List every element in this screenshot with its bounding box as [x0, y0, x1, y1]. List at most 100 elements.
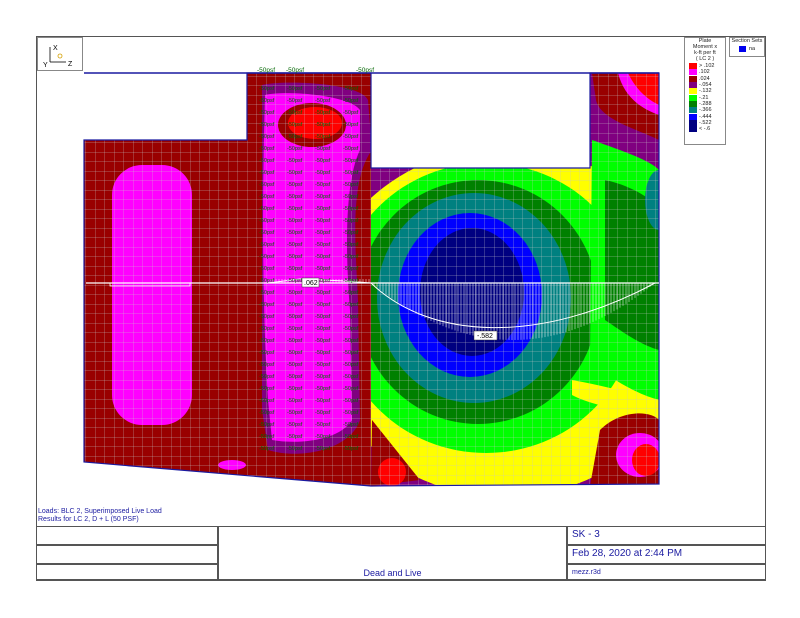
load-label-repeat: -50psf: [343, 338, 359, 344]
load-label-repeat: -50psf: [343, 290, 359, 296]
legend-swatch: [689, 119, 697, 126]
load-label-repeat: -50psf: [259, 170, 275, 176]
legend-label: -.366: [699, 107, 712, 114]
load-label-repeat: -50psf: [315, 266, 331, 272]
load-label-repeat: -50psf: [315, 146, 331, 152]
legend-swatch: [689, 63, 697, 70]
load-label-repeat: -50psf: [315, 422, 331, 428]
load-label-repeat: -50psf: [287, 110, 303, 116]
section-set-item: na: [748, 46, 756, 52]
load-label-repeat: -50psf: [259, 134, 275, 140]
load-label-repeat: -50psf: [259, 434, 275, 440]
load-label-repeat: -50psf: [315, 410, 331, 416]
legend-swatch: [689, 88, 697, 95]
section-sets-panel: Section Sets na: [729, 37, 765, 57]
legend-label: < -.6: [699, 126, 711, 133]
load-label-repeat: -50psf: [287, 86, 303, 92]
legend-label: -.054: [699, 82, 712, 89]
load-notes: Loads: BLC 2, Superimposed Live Load Res…: [38, 508, 162, 524]
load-label-repeat: -50psf: [287, 158, 303, 164]
legend-swatch: [689, 113, 697, 120]
legend-label: -.21: [699, 94, 709, 101]
load-label-repeat: -50psf: [315, 374, 331, 380]
load-label-repeat: -50psf: [259, 218, 275, 224]
load-label-repeat: -50psf: [315, 182, 331, 188]
load-label-repeat: -50psf: [343, 218, 359, 224]
legend-label: -.288: [699, 100, 712, 107]
load-label-repeat: -50psf: [343, 230, 359, 236]
load-label-repeat: -50psf: [315, 302, 331, 308]
load-label-repeat: -50psf: [259, 422, 275, 428]
load-label-repeat: -50psf: [315, 134, 331, 140]
load-label-repeat: -50psf: [343, 170, 359, 176]
load-label-repeat: -50psf: [287, 314, 303, 320]
load-label-repeat: -50psf: [287, 230, 303, 236]
load-label-repeat: -50psf: [343, 122, 359, 128]
load-label-repeat: -50psf: [287, 242, 303, 248]
drawing-description: Dead and Live: [218, 526, 567, 581]
legend-title-4: ( LC 2 ): [695, 56, 715, 62]
legend-label: -.522: [699, 119, 712, 126]
load-label-repeat: -50psf: [343, 242, 359, 248]
load-label-repeat: -50psf: [315, 350, 331, 356]
legend-label: .024: [699, 75, 710, 82]
load-label-repeat: -50psf: [259, 254, 275, 260]
load-label-repeat: -50psf: [287, 350, 303, 356]
triad-x-label: X: [53, 45, 58, 52]
legend-swatch: [689, 75, 697, 82]
sheet-number: SK - 3: [567, 526, 766, 545]
legend-label: > .102: [699, 63, 715, 70]
load-label-repeat: -50psf: [287, 98, 303, 104]
load-label-repeat: -50psf: [315, 290, 331, 296]
load-label-repeat: -50psf: [259, 206, 275, 212]
load-label-repeat: -50psf: [315, 122, 331, 128]
load-label-repeat: -50psf: [259, 194, 275, 200]
load-label-repeat: -50psf: [315, 230, 331, 236]
load-label-repeat: -50psf: [287, 122, 303, 128]
load-label-repeat: -50psf: [343, 398, 359, 404]
load-label-repeat: -50psf: [287, 386, 303, 392]
load-label-repeat: -50psf: [315, 326, 331, 332]
legend-swatch: [689, 69, 697, 76]
legend-swatch: [689, 107, 697, 114]
legend-label: -.444: [699, 113, 712, 120]
load-label-repeat: -50psf: [343, 422, 359, 428]
load-label-repeat: -50psf: [259, 278, 275, 284]
load-label-repeat: -50psf: [315, 110, 331, 116]
load-label-repeat: -50psf: [287, 254, 303, 260]
legend-swatch: [689, 100, 697, 107]
load-label-repeat: -50psf: [315, 218, 331, 224]
load-label-repeat: -50psf: [259, 266, 275, 272]
load-label-3: -50psf: [356, 67, 374, 74]
load-label-repeat: -50psf: [343, 314, 359, 320]
load-label-repeat: -50psf: [343, 146, 359, 152]
load-label-repeat: -50psf: [259, 122, 275, 128]
load-label-repeat: -50psf: [315, 206, 331, 212]
load-label-repeat: -50psf: [259, 290, 275, 296]
load-label-repeat: -50psf: [343, 254, 359, 260]
load-label-repeat: -50psf: [287, 170, 303, 176]
load-label-repeat: -50psf: [259, 158, 275, 164]
notes-line-2: Results for LC 2, D + L (50 PSF): [38, 516, 139, 523]
load-label-repeat: -50psf: [259, 338, 275, 344]
triad-z-label: Z: [68, 61, 73, 68]
legend-swatch: [689, 126, 697, 133]
load-label-repeat: -50psf: [287, 146, 303, 152]
load-label-1: -50psf: [257, 67, 275, 74]
load-label-repeat: -50psf: [315, 446, 331, 452]
max-value-label: .062: [304, 280, 318, 287]
notes-line-1: Loads: BLC 2, Superimposed Live Load: [38, 508, 162, 515]
load-label-repeat: -50psf: [343, 278, 359, 284]
load-label-repeat: -50psf: [343, 194, 359, 200]
load-label-repeat: -50psf: [259, 398, 275, 404]
load-label-repeat: -50psf: [315, 434, 331, 440]
load-label-repeat: -50psf: [343, 302, 359, 308]
load-label-repeat: -50psf: [259, 350, 275, 356]
load-label-repeat: -50psf: [287, 278, 303, 284]
load-label-repeat: -50psf: [343, 434, 359, 440]
load-label-repeat: -50psf: [287, 134, 303, 140]
load-label-repeat: -50psf: [287, 266, 303, 272]
load-label-repeat: -50psf: [315, 194, 331, 200]
contour-legend: Plate Moment x k-ft per ft ( LC 2 ) > .1…: [684, 37, 726, 145]
load-label-repeat: -50psf: [343, 98, 359, 104]
